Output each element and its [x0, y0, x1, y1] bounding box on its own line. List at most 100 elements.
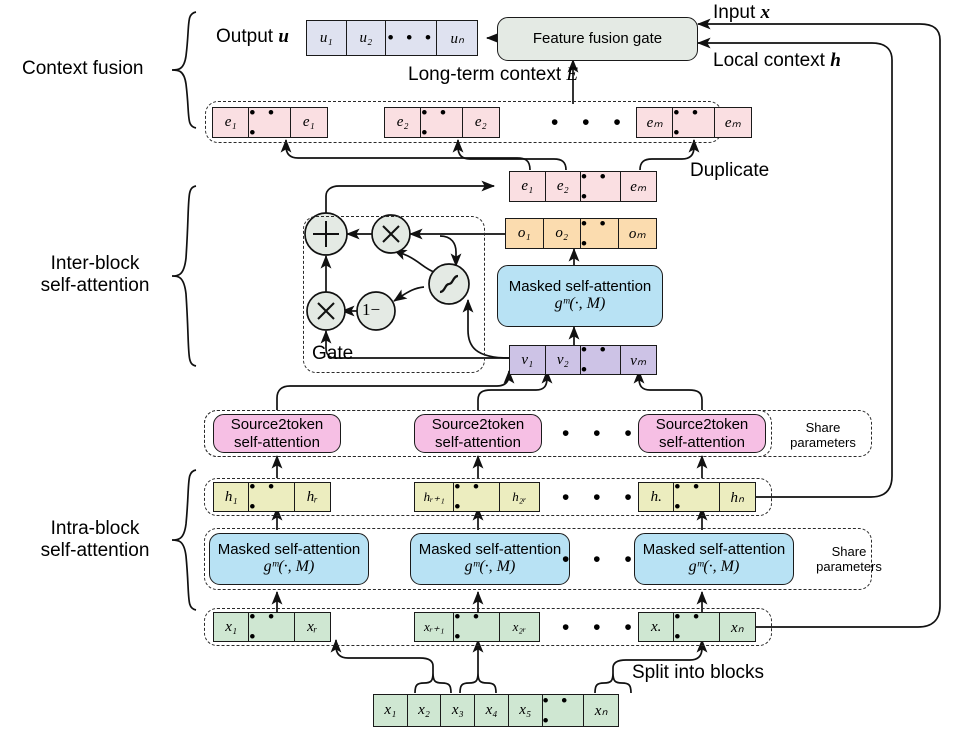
- duplicated-e-block-1: e₁ • • • e₁: [212, 103, 328, 142]
- intra-block-masked-self-attention-box-2[interactable]: Masked self-attention gᵐ(·, M): [410, 533, 570, 585]
- x-block-1: x₁ • • • xᵣ: [213, 607, 331, 646]
- x-blocks-ellipsis: • • •: [562, 616, 641, 639]
- masked-self-attention-fn: gᵐ(·, M): [263, 558, 315, 576]
- long-term-context-symbol: E: [566, 64, 579, 85]
- o-cell: o₁: [506, 219, 544, 248]
- gate-label: Gate: [312, 343, 354, 364]
- duplicated-e-block-3: eₘ • • • eₘ: [636, 103, 752, 142]
- o-cell: oₘ: [618, 219, 656, 248]
- input-cell: x₁: [374, 695, 408, 726]
- input-label: Input x: [713, 2, 771, 23]
- e-cell: e₂: [385, 108, 422, 137]
- split-into-blocks-label: Split into blocks: [632, 662, 765, 683]
- input-cell: x₅: [508, 695, 543, 726]
- long-term-context-label: Long-term context E: [408, 64, 579, 85]
- x-ellipsis-cell: • • •: [454, 607, 500, 646]
- masked-self-attention-fn: gᵐ(·, M): [688, 558, 740, 576]
- feature-fusion-gate-label: Feature fusion gate: [532, 30, 663, 48]
- h-cell: h.: [639, 483, 675, 511]
- brace-context-fusion: [171, 11, 197, 129]
- h-ellipsis-cell: • • •: [674, 477, 720, 516]
- o-ellipsis-cell: • • •: [581, 214, 619, 253]
- share-parameters-group-inter: [204, 410, 872, 457]
- v-cell: v₁: [510, 346, 546, 374]
- o-cell: o₂: [543, 219, 581, 248]
- h-cell: h₂ᵣ: [499, 483, 540, 511]
- x-cell: xᵣ: [294, 613, 330, 641]
- masked-self-attention-label: Masked self-attention: [217, 540, 361, 558]
- one-minus-label: 1−: [362, 300, 381, 319]
- h-cell: hᵣ₊₁: [415, 483, 455, 511]
- h-block-3: h. • • • hₙ: [638, 477, 756, 516]
- h-cell: hₙ: [719, 483, 755, 511]
- h-ellipsis-cell: • • •: [249, 477, 295, 516]
- input-sequence-row: x₁ x₂ x₃ x₄ x₅ • • • xₙ: [373, 691, 619, 730]
- output-row: u₁ u₂ • • • uₙ: [306, 20, 478, 56]
- h-cell: hᵣ: [294, 483, 330, 511]
- e-ellipsis-cell: • • •: [421, 103, 463, 142]
- stage-label-context-fusion: Context fusion: [22, 58, 144, 79]
- e-ellipsis-cell: • • •: [673, 103, 715, 142]
- e-cell: e₂: [462, 108, 499, 137]
- feature-fusion-gate-box[interactable]: Feature fusion gate: [497, 17, 698, 61]
- diagram-canvas: Context fusion Inter-block self-attentio…: [0, 0, 974, 736]
- e-cell: eₘ: [714, 108, 751, 137]
- x-ellipsis-cell: • • •: [674, 607, 720, 646]
- input-cell: x₂: [407, 695, 442, 726]
- output-cell: u₂: [346, 21, 387, 55]
- h-row-ellipsis: • • •: [562, 486, 641, 509]
- output-cell: u₁: [307, 21, 347, 55]
- x-block-2: xᵣ₊₁ • • • x₂ᵣ: [414, 607, 540, 646]
- masked-self-attention-fn: gᵐ(·, M): [464, 558, 516, 576]
- v-cell: vₘ: [620, 346, 656, 374]
- x-cell: xᵣ₊₁: [415, 613, 455, 641]
- input-cell: xₙ: [584, 695, 618, 726]
- local-context-symbol: h: [830, 50, 841, 71]
- stage-label-inter-block: Inter-block self-attention: [20, 253, 170, 297]
- e-cell: e₂: [545, 172, 582, 201]
- inter-block-masked-self-attention-box[interactable]: Masked self-attention gᵐ(·, M): [497, 265, 663, 327]
- intra-block-line2: self-attention: [40, 539, 150, 561]
- e-ellipsis-cell: • • •: [249, 103, 291, 142]
- x-cell: xₙ: [719, 613, 755, 641]
- masked-self-attention-label: Masked self-attention: [642, 540, 786, 558]
- output-ellipsis-cell: • • •: [386, 21, 438, 55]
- x-ellipsis-cell: • • •: [249, 607, 295, 646]
- h-ellipsis-cell: • • •: [454, 477, 500, 516]
- inter-block-line2: self-attention: [40, 274, 150, 296]
- intra-block-masked-self-attention-box-1[interactable]: Masked self-attention gᵐ(·, M): [209, 533, 369, 585]
- h-block-2: hᵣ₊₁ • • • h₂ᵣ: [414, 477, 540, 516]
- intra-block-masked-self-attention-box-3[interactable]: Masked self-attention gᵐ(·, M): [634, 533, 794, 585]
- intra-block-line1: Intra-block: [50, 518, 140, 539]
- masked-self-attention-fn: gᵐ(·, M): [554, 295, 606, 313]
- x-cell: x₂ᵣ: [499, 613, 540, 641]
- o-row: o₁ o₂ • • • oₘ: [505, 214, 657, 253]
- input-ellipsis-cell: • • •: [542, 691, 585, 730]
- e-cell: eₘ: [637, 108, 674, 137]
- e-cell: e₁: [213, 108, 250, 137]
- x-cell: x₁: [214, 613, 250, 641]
- duplicated-e-ellipsis: • • •: [551, 111, 630, 134]
- share-parameters-intra: Share parameters: [816, 544, 882, 574]
- output-cell: uₙ: [437, 21, 477, 55]
- v-cell: v₂: [545, 346, 582, 374]
- masked-self-attention-label: Masked self-attention: [418, 540, 562, 558]
- x-cell: x.: [639, 613, 675, 641]
- v-ellipsis-cell: • • •: [581, 340, 621, 379]
- output-symbol: u: [278, 26, 289, 47]
- e-cell: eₘ: [620, 172, 656, 201]
- v-row: v₁ v₂ • • • vₘ: [509, 340, 657, 379]
- duplicate-label: Duplicate: [690, 160, 770, 181]
- inter-block-line1: Inter-block: [50, 253, 140, 274]
- h-block-1: h₁ • • • hᵣ: [213, 477, 331, 516]
- e-cell: e₁: [290, 108, 327, 137]
- intra-masked-attention-ellipsis: • • •: [562, 548, 641, 571]
- split-braces: [414, 672, 632, 694]
- x-block-3: x. • • • xₙ: [638, 607, 756, 646]
- h-cell: h₁: [214, 483, 250, 511]
- e-ellipsis-cell: • • •: [581, 167, 621, 206]
- input-cell: x₃: [441, 695, 476, 726]
- masked-self-attention-label: Masked self-attention: [508, 277, 652, 295]
- output-label: Output u: [216, 26, 289, 47]
- input-symbol: x: [760, 2, 771, 23]
